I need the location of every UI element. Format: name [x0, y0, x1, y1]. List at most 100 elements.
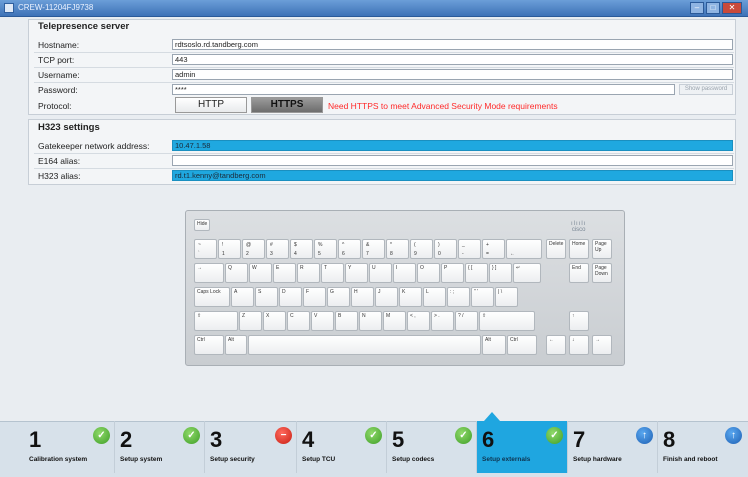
key-row2-8[interactable]: I — [393, 263, 416, 283]
key-row3-12[interactable]: | \ — [495, 287, 518, 307]
key-row2-9[interactable]: O — [417, 263, 440, 283]
step-label: Finish and reboot — [663, 456, 718, 463]
key-row3-6[interactable]: H — [351, 287, 374, 307]
key-row2-2[interactable]: W — [249, 263, 272, 283]
key-row3-8[interactable]: K — [399, 287, 422, 307]
key-row2-13[interactable]: ↵ — [513, 263, 541, 283]
key-row1-13[interactable]: ← — [506, 239, 542, 259]
key-row2-6[interactable]: Y — [345, 263, 368, 283]
show-password-button[interactable]: Show password — [679, 84, 733, 95]
step-divider — [296, 421, 297, 473]
step-label: Calibration system — [29, 456, 88, 463]
wizard-step-7[interactable]: 7 Setup hardware ↑ — [568, 421, 657, 473]
close-icon[interactable]: ✕ — [722, 2, 742, 14]
key-row3-10[interactable]: : ; — [447, 287, 470, 307]
e164-field[interactable] — [172, 155, 733, 166]
key-row4-7[interactable]: M — [383, 311, 406, 331]
wizard-step-3[interactable]: 3 Setup security − — [205, 421, 296, 473]
check-icon: ✓ — [546, 427, 563, 444]
wizard-step-8[interactable]: 8 Finish and reboot ↑ — [658, 421, 746, 473]
key-row4-10[interactable]: ? / — [455, 311, 478, 331]
tcp-port-field[interactable]: 443 — [172, 54, 733, 65]
key-row1-12[interactable]: + = — [482, 239, 505, 259]
arrow-up-icon: ↑ — [725, 427, 742, 444]
key-row2-3[interactable]: E — [273, 263, 296, 283]
key-row3-4[interactable]: F — [303, 287, 326, 307]
key-row5-3[interactable]: Alt — [482, 335, 506, 355]
key-row4-5[interactable]: B — [335, 311, 358, 331]
key-row4-6[interactable]: N — [359, 311, 382, 331]
hostname-field[interactable]: rdtsoslo.rd.tandberg.com — [172, 39, 733, 50]
key-row4-1[interactable]: Z — [239, 311, 262, 331]
key-row3-0[interactable]: Caps Lock — [194, 287, 230, 307]
key-row2-12[interactable]: } ] — [489, 263, 512, 283]
step-number: 7 — [573, 427, 586, 452]
username-field[interactable]: admin — [172, 69, 733, 80]
key-row2-10[interactable]: P — [441, 263, 464, 283]
key-row4-0[interactable]: ⇧ — [194, 311, 238, 331]
http-button[interactable]: HTTP — [175, 97, 247, 113]
key-row4-4[interactable]: V — [311, 311, 334, 331]
https-button[interactable]: HTTPS — [251, 97, 323, 113]
wizard-step-4[interactable]: 4 Setup TCU ✓ — [297, 421, 386, 473]
key-row3-7[interactable]: J — [375, 287, 398, 307]
page-up-key[interactable]: Page Up — [592, 239, 612, 259]
key-row4-2[interactable]: X — [263, 311, 286, 331]
key-row3-1[interactable]: A — [231, 287, 254, 307]
arrow-down-key[interactable]: ↓ — [569, 335, 589, 355]
key-row2-7[interactable]: U — [369, 263, 392, 283]
key-row1-10[interactable]: ) 0 — [434, 239, 457, 259]
key-row1-7[interactable]: & 7 — [362, 239, 385, 259]
key-row1-11[interactable]: _ - — [458, 239, 481, 259]
key-row3-9[interactable]: L — [423, 287, 446, 307]
key-row1-5[interactable]: % 5 — [314, 239, 337, 259]
key-row1-6[interactable]: ^ 6 — [338, 239, 361, 259]
wizard-step-2[interactable]: 2 Setup system ✓ — [115, 421, 204, 473]
arrow-right-key[interactable]: → — [592, 335, 612, 355]
password-field[interactable]: **** — [172, 84, 675, 95]
key-row1-0[interactable]: ~ ` — [194, 239, 217, 259]
key-row4-8[interactable]: < , — [407, 311, 430, 331]
minus-icon: − — [275, 427, 292, 444]
key-row2-4[interactable]: R — [297, 263, 320, 283]
gatekeeper-field[interactable]: 10.47.1.58 — [172, 140, 733, 151]
key-row3-5[interactable]: G — [327, 287, 350, 307]
key-row2-5[interactable]: T — [321, 263, 344, 283]
page-down-key[interactable]: Page Down — [592, 263, 612, 283]
key-row5-1[interactable]: Alt — [225, 335, 247, 355]
key-row1-3[interactable]: #3 — [266, 239, 289, 259]
key-row4-3[interactable]: C — [287, 311, 310, 331]
key-row4-11[interactable]: ⇧ — [479, 311, 535, 331]
key-row5-0[interactable]: Ctrl — [194, 335, 224, 355]
key-row3-3[interactable]: D — [279, 287, 302, 307]
wizard-step-1[interactable]: 1 Calibration system ✓ — [24, 421, 114, 473]
step-label: Setup externals — [482, 456, 531, 463]
key-row1-2[interactable]: @2 — [242, 239, 265, 259]
wizard-step-5[interactable]: 5 Setup codecs ✓ — [387, 421, 476, 473]
minimize-icon[interactable]: – — [690, 2, 704, 14]
key-row3-2[interactable]: S — [255, 287, 278, 307]
check-icon: ✓ — [183, 427, 200, 444]
key-row1-1[interactable]: ! 1 — [218, 239, 241, 259]
delete-key[interactable]: Delete — [546, 239, 566, 259]
key-row3-11[interactable]: " ' — [471, 287, 494, 307]
hide-keyboard-button[interactable]: Hide — [194, 219, 210, 231]
end-key[interactable]: End — [569, 263, 589, 283]
key-row1-9[interactable]: (9 — [410, 239, 433, 259]
arrow-up-key[interactable]: ↑ — [569, 311, 589, 331]
cisco-logo: ılıılı cisco — [571, 221, 587, 233]
h323-alias-field[interactable]: rd.t1.kenny@tandberg.com — [172, 170, 733, 181]
key-row5-4[interactable]: Ctrl — [507, 335, 537, 355]
key-row2-1[interactable]: Q — [225, 263, 248, 283]
key-row4-9[interactable]: > . — [431, 311, 454, 331]
spacebar[interactable] — [248, 335, 481, 355]
wizard-step-6[interactable]: 6 Setup externals ✓ — [477, 421, 567, 473]
key-row1-4[interactable]: $4 — [290, 239, 313, 259]
key-row2-11[interactable]: { [ — [465, 263, 488, 283]
maximize-icon[interactable]: □ — [706, 2, 720, 14]
arrow-up-icon: ↑ — [636, 427, 653, 444]
home-key[interactable]: Home — [569, 239, 589, 259]
key-row1-8[interactable]: * 8 — [386, 239, 409, 259]
arrow-left-key[interactable]: ← — [546, 335, 566, 355]
key-row2-0[interactable]: → — [194, 263, 224, 283]
